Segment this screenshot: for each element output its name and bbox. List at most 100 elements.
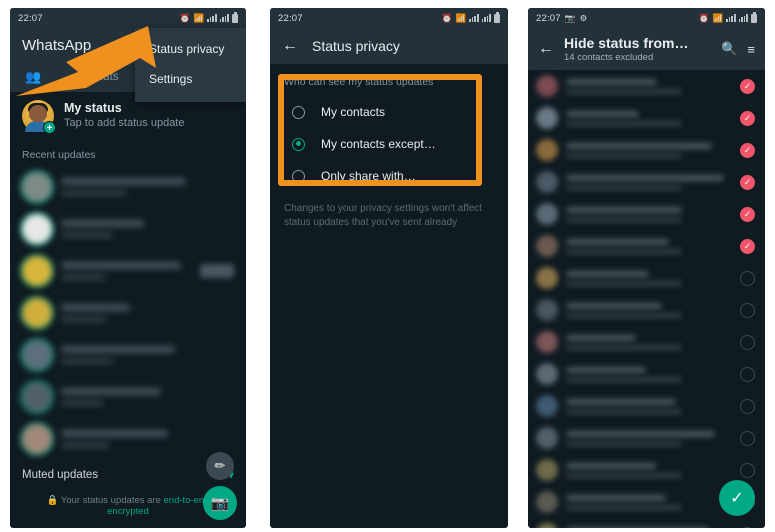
signal-icon [469,14,479,22]
status-badge[interactable]: ✓ [740,238,755,254]
avatar [536,523,558,528]
table-row[interactable] [528,262,765,294]
status-badge[interactable]: ✓ [740,142,755,158]
radio-icon[interactable] [292,169,305,183]
status-badge[interactable] [740,526,755,528]
back-icon[interactable]: ← [538,41,554,57]
alarm-icon: ⏰ [698,12,710,23]
lock-icon: 🔒 [46,495,59,506]
select-all-icon[interactable]: ≡ [747,42,755,57]
status-bar-time: 22:07 [536,12,561,24]
bluetooth-icon: ⚙ [579,12,588,23]
add-status-icon[interactable]: + [43,121,56,134]
avatar [536,75,558,97]
avatar [22,256,52,286]
status-badge[interactable] [740,270,755,286]
phone-panel-hide-status-from: 22:07 📷 ⚙ ⏰ 📶 ← Hide status from… 14 con… [528,8,765,528]
back-icon[interactable]: ← [282,38,298,54]
tab-groups[interactable]: 👥 [10,62,56,92]
table-row[interactable] [528,326,765,358]
status-badge[interactable] [740,334,755,350]
status-bar: 22:07 ⏰ 📶 [270,8,508,28]
radio-option-my-contacts-except[interactable]: My contacts except… [270,128,508,160]
status-badge[interactable]: ✓ [740,174,755,190]
muted-updates-label: Muted updates [22,469,99,481]
battery-icon [494,12,500,23]
avatar: + [22,100,56,134]
table-row[interactable] [528,358,765,390]
list-item[interactable] [10,292,246,334]
avatar [536,107,558,129]
list-item[interactable] [10,250,246,292]
signal-icon-2 [481,14,491,22]
recent-updates-label: Recent updates [22,149,96,161]
phone-panel-status-privacy: 22:07 ⏰ 📶 ← Status privacy Who can see m… [270,8,508,528]
status-badge[interactable] [740,302,755,318]
menu-item-status-privacy[interactable]: Status privacy [135,34,246,64]
table-row[interactable]: ✓ [528,134,765,166]
avatar [536,171,558,193]
table-row[interactable] [528,294,765,326]
page-subtitle: 14 contacts excluded [564,51,654,63]
list-item[interactable] [10,208,246,250]
alarm-icon: ⏰ [179,12,191,23]
radio-label: Only share with… [321,169,416,183]
radio-label: My contacts except… [321,137,436,151]
confirm-fab[interactable]: ✓ [719,480,755,516]
alarm-icon: ⏰ [441,12,453,23]
radio-option-my-contacts[interactable]: My contacts [270,96,508,128]
signal-icon [726,14,736,22]
app-title: WhatsApp [22,36,92,54]
groups-icon: 👥 [25,69,41,84]
table-row[interactable]: ✓ [528,102,765,134]
battery-icon [232,12,238,23]
status-badge[interactable] [740,398,755,414]
camera-fab[interactable]: 📷 [203,486,237,520]
status-bar-time: 22:07 [18,12,43,24]
status-badge[interactable]: ✓ [740,206,755,222]
status-badge[interactable]: ✓ [740,78,755,94]
list-item[interactable] [10,418,246,460]
avatar [22,340,52,370]
phone-panel-whatsapp-status: 22:07 ⏰ 📶 WhatsApp 👥 Chats Status [10,8,246,528]
status-badge[interactable]: ✓ [740,110,755,126]
encryption-prefix: Your status updates are [60,495,164,506]
avatar [536,363,558,385]
radio-option-only-share-with[interactable]: Only share with… [270,160,508,192]
list-item-badge [200,264,234,278]
table-row[interactable]: ✓ [528,70,765,102]
status-bar: 22:07 ⏰ 📶 [10,8,246,28]
status-badge[interactable] [740,366,755,382]
table-row[interactable] [528,422,765,454]
avatar [536,331,558,353]
table-row[interactable] [528,518,765,528]
table-row[interactable]: ✓ [528,198,765,230]
radio-icon[interactable] [292,105,305,119]
battery-icon [751,12,757,23]
privacy-note: Changes to your privacy settings won't a… [284,203,482,228]
pencil-fab[interactable]: ✏ [206,452,234,480]
wifi-icon: 📶 [455,12,467,23]
my-status-subtitle: Tap to add status update [64,117,185,129]
avatar [22,172,52,202]
list-item[interactable] [10,334,246,376]
radio-label: My contacts [321,105,386,119]
privacy-question-label: Who can see my status updates [284,76,434,88]
menu-item-settings[interactable]: Settings [135,64,246,94]
status-badge[interactable] [740,430,755,446]
status-bar-time: 22:07 [278,12,303,24]
list-item[interactable] [10,166,246,208]
status-bar: 22:07 📷 ⚙ ⏰ 📶 [528,8,765,28]
table-row[interactable]: ✓ [528,230,765,262]
table-row[interactable]: ✓ [528,166,765,198]
search-icon[interactable]: 🔍 [721,41,737,57]
wifi-icon: 📶 [712,12,724,23]
screenshot-stage: 22:07 ⏰ 📶 WhatsApp 👥 Chats Status [0,0,775,532]
avatar [22,382,52,412]
page-title: Hide status from… [564,34,689,51]
radio-icon-selected[interactable] [292,137,305,151]
avatar [22,298,52,328]
status-badge[interactable] [740,462,755,478]
table-row[interactable] [528,390,765,422]
list-item[interactable] [10,376,246,418]
